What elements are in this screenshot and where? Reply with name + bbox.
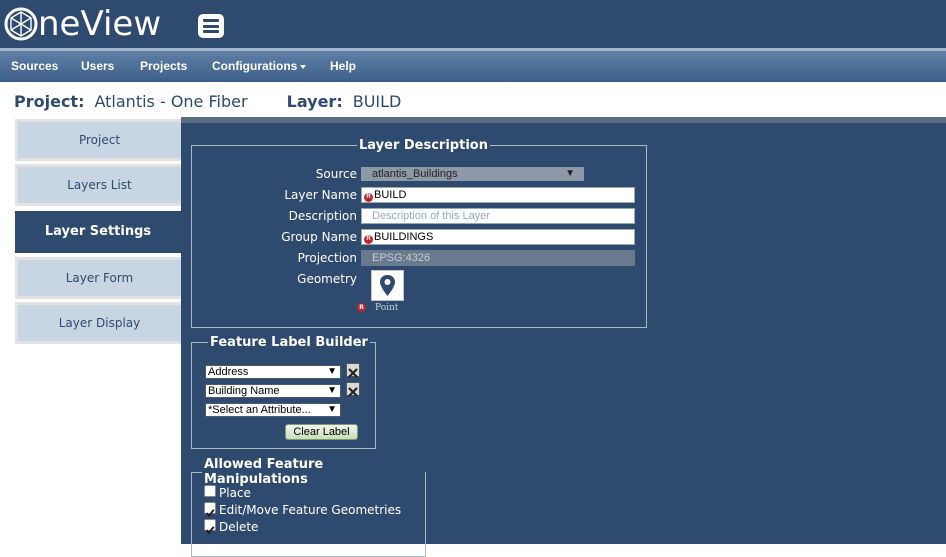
dropdown-arrow-icon: ▼: [327, 404, 337, 415]
source-label: Source: [315, 167, 357, 181]
description-input[interactable]: Description of this Layer: [361, 208, 635, 224]
logo-text: neView: [38, 4, 162, 44]
projection-label: Projection: [297, 251, 357, 265]
geometry-value: Point: [375, 303, 399, 313]
required-icon: R: [364, 193, 373, 202]
dropdown-arrow-icon: ▼: [565, 168, 575, 179]
feature-label-builder-legend: Feature Label Builder: [210, 335, 368, 350]
close-icon: [348, 368, 358, 378]
allowed-manipulations-legend: Allowed Feature Manipulations: [204, 457, 324, 487]
caret-down-icon: [300, 64, 307, 69]
group-name-value: BUILDINGS: [374, 231, 434, 243]
hamburger-menu-icon[interactable]: [198, 14, 224, 38]
remove-attribute-1-button[interactable]: [346, 363, 360, 378]
logo-globe-icon: [4, 7, 38, 41]
close-icon: [348, 387, 358, 397]
edit-move-checkbox[interactable]: [204, 502, 216, 518]
dropdown-arrow-icon: ▼: [327, 366, 337, 377]
layer-label: Layer:: [286, 92, 343, 111]
edit-move-checkbox-label: Edit/Move Feature Geometries: [219, 503, 402, 517]
project-value: Atlantis - One Fiber: [94, 92, 248, 111]
nav-projects[interactable]: Projects: [140, 59, 187, 73]
label-attribute-1-value: Address: [208, 366, 249, 378]
nav-users[interactable]: Users: [81, 59, 114, 73]
clear-label-button[interactable]: Clear Label: [285, 424, 358, 440]
layer-name-input[interactable]: R BUILD: [361, 187, 635, 203]
sidebar-tab-layers-list[interactable]: Layers List: [15, 164, 181, 206]
geometry-label: Geometry: [297, 272, 357, 286]
source-select[interactable]: atlantis_Buildings ▼: [361, 167, 584, 181]
checkmark-icon: [205, 526, 215, 535]
nav-configurations-label: Configurations: [212, 59, 298, 73]
required-icon: R: [357, 303, 366, 312]
sidebar-tab-layer-form[interactable]: Layer Form: [15, 257, 181, 299]
app-header: neView: [0, 0, 946, 48]
label-attribute-select-1[interactable]: Address ▼: [205, 365, 341, 379]
dropdown-arrow-icon: ▼: [327, 385, 337, 396]
place-checkbox[interactable]: [204, 485, 216, 497]
project-label: Project:: [14, 92, 85, 111]
delete-checkbox-label: Delete: [219, 520, 259, 534]
label-attribute-select-2[interactable]: Building Name ▼: [205, 384, 341, 398]
checkmark-icon: [205, 509, 215, 518]
layer-name-value: BUILD: [374, 189, 407, 201]
nav-sources[interactable]: Sources: [11, 59, 58, 73]
description-label: Description: [288, 209, 357, 223]
nav-help[interactable]: Help: [330, 59, 356, 73]
layer-value: BUILD: [352, 92, 402, 111]
label-attribute-select-3[interactable]: *Select an Attribute... ▼: [205, 403, 341, 417]
place-checkbox-label: Place: [219, 486, 251, 500]
layer-name-label: Layer Name: [284, 188, 357, 202]
group-name-label: Group Name: [281, 230, 357, 244]
required-icon: R: [364, 235, 373, 244]
label-attribute-2-value: Building Name: [208, 385, 280, 397]
main-nav: Sources Users Projects Configurations He…: [0, 51, 946, 82]
sidebar-tab-layer-settings[interactable]: Layer Settings: [15, 211, 181, 253]
label-attribute-3-value: *Select an Attribute...: [208, 404, 311, 416]
projection-input: EPSG:4326: [361, 250, 635, 266]
group-name-input[interactable]: R BUILDINGS: [361, 229, 635, 245]
source-value: atlantis_Buildings: [372, 168, 458, 180]
oneview-logo[interactable]: neView: [4, 6, 161, 42]
nav-configurations[interactable]: Configurations: [212, 59, 307, 73]
delete-checkbox[interactable]: [204, 519, 216, 535]
panel-top-border: [181, 117, 946, 123]
geometry-point-button[interactable]: [371, 270, 404, 301]
layer-description-legend: Layer Description: [359, 138, 488, 153]
remove-attribute-2-button[interactable]: [346, 382, 360, 397]
sidebar-tab-project[interactable]: Project: [15, 119, 181, 161]
project-breadcrumb: Project: Atlantis - One Fiber Layer: BUILD: [14, 92, 401, 114]
sidebar-tab-layer-display[interactable]: Layer Display: [15, 302, 181, 344]
map-pin-icon: [380, 275, 395, 296]
